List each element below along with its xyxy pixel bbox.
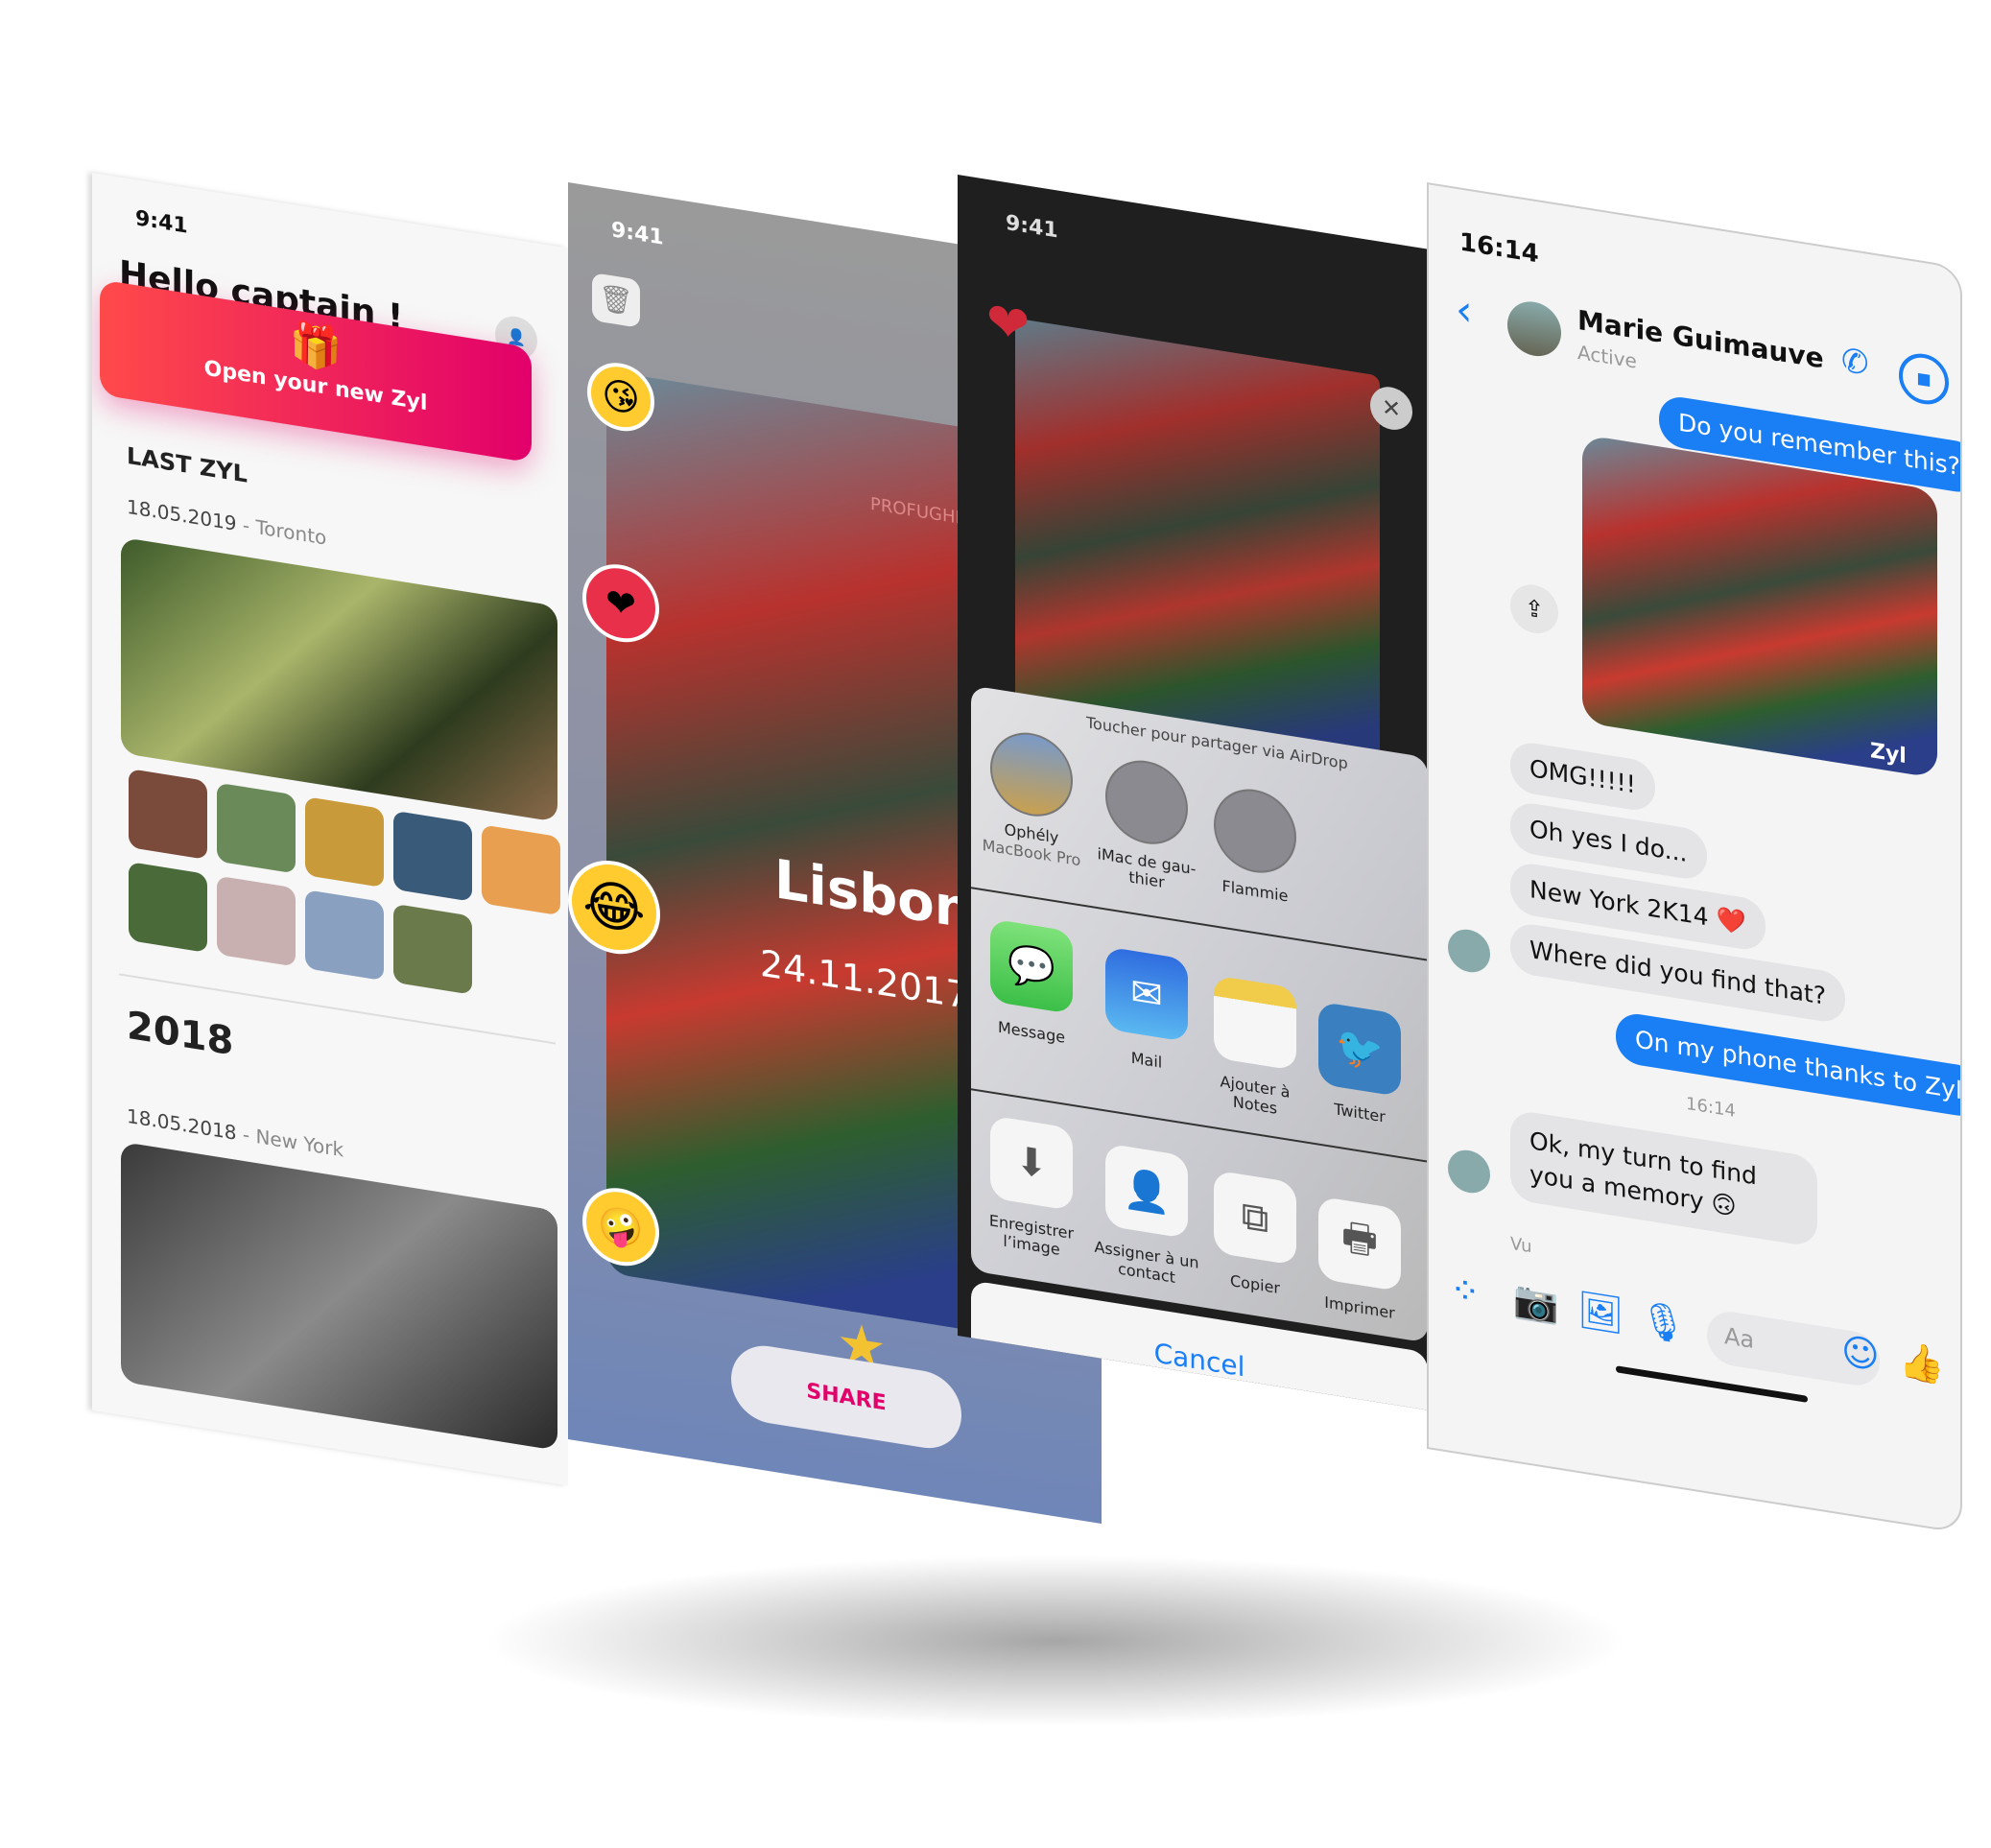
airdrop-name: iMac de gau-thier (1097, 844, 1197, 892)
status-time: 9:41 (1006, 210, 1058, 244)
microphone-icon[interactable]: 🎙 (1640, 1297, 1686, 1348)
app-label: Mail (1130, 1048, 1163, 1072)
shared-photo[interactable] (1582, 434, 1937, 779)
twitter-app-icon[interactable]: 🐦 (1318, 1001, 1401, 1098)
status-time: 16:14 (1459, 227, 1539, 270)
assign-contact-icon[interactable]: 👤 (1105, 1143, 1188, 1240)
thumbnail[interactable] (482, 824, 560, 916)
thumbnail[interactable] (217, 782, 296, 874)
entry-date: 18.05.2018 (127, 1103, 237, 1145)
zyl-photo[interactable] (121, 1141, 557, 1451)
camera-icon[interactable]: 📷 (1513, 1277, 1558, 1327)
mail-app-icon[interactable]: ✉ (1105, 946, 1188, 1043)
message-bubble[interactable]: Ok, my turn to find you a memory 🙃 (1510, 1108, 1817, 1248)
trash-icon[interactable]: 🗑 (592, 272, 640, 328)
action-label: Copier (1230, 1270, 1280, 1298)
airdrop-name: Flammie (1221, 876, 1289, 906)
contact-avatar-small (1448, 1147, 1490, 1196)
app-label: Ajouter à Notes (1220, 1072, 1291, 1118)
message-bubble[interactable]: OMG!!!!! (1510, 739, 1655, 814)
status-time: 9:41 (135, 206, 188, 239)
year-heading: 2018 (127, 1003, 234, 1065)
contact-avatar-small (1448, 926, 1490, 976)
chat-screen: 16:14 ‹ Marie Guimauve Active ✆ ■ Do you… (1427, 182, 1962, 1534)
thumbs-up-icon[interactable]: 👍 (1899, 1339, 1944, 1388)
entry-city: - New York (242, 1122, 344, 1162)
entry-date: 18.05.2019 (127, 494, 237, 535)
message-bubble[interactable]: On my phone thanks to Zyl (1616, 1010, 1962, 1120)
video-call-icon[interactable]: ■ (1899, 349, 1949, 409)
thumbnail[interactable] (129, 769, 207, 861)
copy-icon[interactable]: ⧉ (1214, 1170, 1296, 1266)
gallery-icon[interactable]: 🖼 (1577, 1288, 1624, 1339)
action-label: Assigner à un contact (1094, 1237, 1199, 1288)
save-image-icon[interactable]: ⬇ (990, 1115, 1073, 1212)
share-icon[interactable]: ⇪ (1510, 580, 1558, 637)
seen-label: Vu (1510, 1233, 1532, 1258)
airdrop-avatar[interactable] (1105, 754, 1188, 851)
airdrop-avatar[interactable] (1214, 783, 1296, 879)
thumbnail[interactable] (305, 889, 384, 982)
airdrop-avatar[interactable] (990, 726, 1073, 823)
action-label: Enregistrer l’image (988, 1211, 1075, 1260)
app-label: Message (997, 1017, 1066, 1047)
thumbnail[interactable] (393, 810, 472, 902)
notes-app-icon[interactable] (1214, 975, 1296, 1071)
action-label: Imprimer (1324, 1292, 1395, 1323)
section-title: LAST ZYL (127, 441, 248, 488)
thumbnail[interactable] (129, 862, 207, 954)
back-icon[interactable]: ‹ (1456, 285, 1473, 337)
apps-grid-icon[interactable]: ⁘ (1450, 1268, 1481, 1315)
message-app-icon[interactable]: 💬 (990, 918, 1073, 1015)
status-time: 9:41 (611, 218, 664, 250)
thumbnail[interactable] (305, 796, 384, 888)
floor-shadow (480, 1554, 1631, 1727)
thumbnail[interactable] (393, 903, 472, 995)
phone-icon[interactable]: ✆ (1841, 341, 1869, 384)
share-sheet-screen: 9:41 ✕ ❤ Toucher pour partager via AirDr… (958, 175, 1428, 1410)
share-sheet: Toucher pour partager via AirDrop Ophély… (971, 685, 1428, 1343)
contact-status: Active (1577, 340, 1637, 373)
contact-avatar[interactable] (1507, 297, 1561, 361)
print-icon[interactable]: 🖶 (1318, 1196, 1401, 1292)
emoji-icon[interactable]: ☺ (1841, 1329, 1880, 1377)
thumbnail[interactable] (217, 875, 296, 967)
timestamp: 16:14 (1686, 1093, 1736, 1122)
app-label: Twitter (1334, 1100, 1386, 1126)
heart-sticker: ❤ (986, 289, 1031, 357)
kiss-emoji-sticker[interactable]: 😘 (587, 358, 654, 437)
home-screen: 9:41 Hello captain ! 👤 🎁 Open your new Zy… (92, 173, 568, 1486)
gift-icon: 🎁 (289, 318, 343, 376)
entry-city: - Toronto (242, 512, 327, 550)
